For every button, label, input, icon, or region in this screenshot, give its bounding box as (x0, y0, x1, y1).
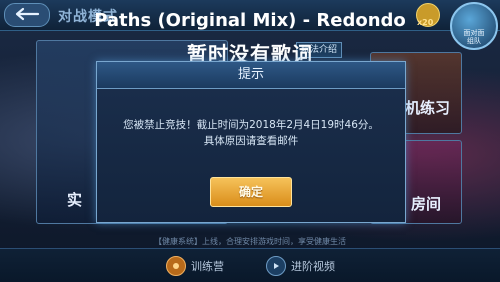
dialog-title: 提示 (97, 62, 405, 89)
mode-card-room-label: 房间 (411, 195, 442, 213)
advanced-video-label: 进阶视频 (291, 260, 335, 273)
mode-card-practice-label: 机练习 (405, 99, 451, 117)
play-video-icon (266, 256, 286, 276)
dialog-message-line1: 您被禁止竞技！截止时间为2018年2月4日19时46分。 (123, 119, 379, 131)
training-camp-button[interactable]: 训练营 (166, 255, 224, 277)
training-camp-icon (166, 256, 186, 276)
dialog-message-line2: 具体原因请查看邮件 (203, 135, 299, 147)
ban-notice-dialog: 提示 您被禁止竞技！截止时间为2018年2月4日19时46分。 具体原因请查看邮… (96, 61, 406, 223)
health-notice: 【健康系统】上线，合理安排游戏时间，享受健康生活 (154, 237, 346, 246)
dialog-message: 您被禁止竞技！截止时间为2018年2月4日19时46分。 具体原因请查看邮件 (97, 117, 405, 149)
confirm-button[interactable]: 确定 (210, 177, 292, 207)
mode-card-live-label: 实 (67, 191, 83, 209)
song-title: Paths (Original Mix) - Redondo (94, 10, 406, 31)
training-camp-label: 训练营 (191, 260, 224, 273)
bottom-bar: 训练营 进阶视频 (0, 248, 500, 282)
advanced-video-button[interactable]: 进阶视频 (266, 255, 335, 277)
